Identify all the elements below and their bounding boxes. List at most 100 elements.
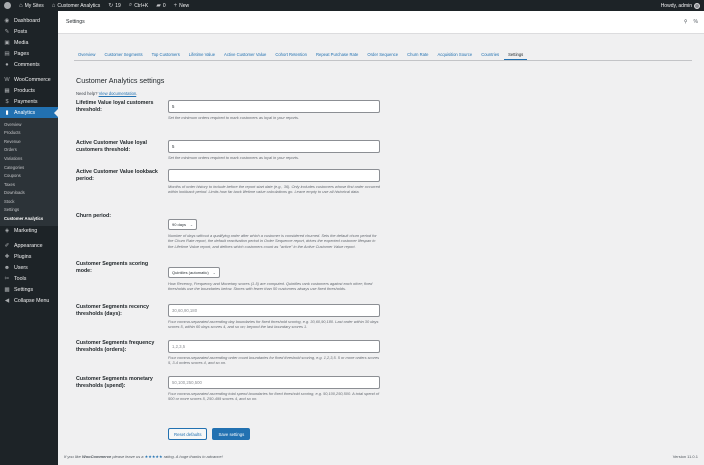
setting-input[interactable]: 5 (168, 100, 380, 113)
setting-label: Churn period: (76, 213, 112, 219)
page-header: Settings ⚲ % (58, 11, 704, 34)
wp-logo-menu[interactable] (0, 0, 15, 11)
setting-description: Set the minimum orders required to mark … (168, 115, 300, 120)
sidebar-item-label: Settings (14, 287, 34, 294)
submenu-item-categories[interactable]: Categories (0, 163, 58, 172)
tab-churn-rate[interactable]: Churn Rate (403, 49, 432, 60)
collapse-icon: ◀ (4, 298, 10, 305)
my-sites-menu[interactable]: ⌂ My Sites (15, 0, 48, 11)
sidebar-item-label: Products (14, 87, 35, 94)
tab-acquisition-source[interactable]: Acquisition Source (434, 49, 477, 60)
setting-label: Customer Segments scoring mode: (76, 261, 149, 274)
setting-description: Four comma-separated ascending order cou… (168, 355, 380, 366)
sidebar-item-payments[interactable]: $ Payments (0, 96, 58, 107)
submenu-item-settings[interactable]: Settings (0, 205, 58, 214)
sidebar-item-label: Collapse Menu (14, 298, 50, 305)
setting-input[interactable]: 5 (168, 140, 380, 153)
sidebar-item-media[interactable]: ▣ Media (0, 37, 58, 48)
analytics-submenu: Overview Products Revenue Orders Variations C… (0, 118, 58, 226)
rating-stars-link[interactable]: ★★★★★ (145, 454, 163, 459)
submenu-item-products[interactable]: Products (0, 129, 58, 138)
payments-icon: $ (5, 98, 9, 105)
setting-label: Customer Segments monetary thresholds (s… (76, 376, 153, 389)
submenu-item-coupons[interactable]: Coupons (0, 171, 58, 180)
sidebar-item-label: Appearance (14, 243, 43, 250)
tab-customer-segments[interactable]: Customer Segments (100, 49, 146, 60)
select-value: 90 days (172, 222, 187, 227)
setting-label: Active Customer Value loyal customers th… (76, 140, 147, 153)
sidebar-item-appearance[interactable]: ✐ Appearance (0, 241, 58, 252)
my-sites-label: My Sites (24, 2, 44, 9)
sidebar-item-label: Plugins (14, 254, 32, 261)
users-icon: ☻ (4, 265, 10, 272)
reset-defaults-button[interactable]: Reset defaults (168, 428, 208, 440)
setting-field: 5 Set the minimum orders required to mark… (168, 140, 380, 160)
sidebar-item-label: Marketing (14, 228, 38, 235)
admin-sidebar: ◉ Dashboard ✎ Posts ▣ Media ▤ Pages ● Comments W Wo… (0, 11, 58, 465)
sidebar-item-tools[interactable]: ✂ Tools (0, 274, 58, 285)
tab-settings[interactable]: Settings (504, 49, 528, 60)
sidebar-item-dashboard[interactable]: ◉ Dashboard (0, 15, 58, 26)
sidebar-item-posts[interactable]: ✎ Posts (0, 26, 58, 37)
tab-lifetime-value[interactable]: Lifetime Value (185, 49, 219, 60)
setting-select[interactable]: 90 days ⌄ (168, 219, 198, 230)
setting-label: Customer Segments frequency thresholds (… (76, 340, 155, 353)
documentation-link[interactable]: View documentation (99, 91, 137, 96)
account-menu[interactable]: Howdy, admin (657, 0, 704, 11)
site-name-menu[interactable]: ⌂ Customer Analytics (48, 0, 104, 11)
sidebar-item-comments[interactable]: ● Comments (0, 59, 58, 70)
setting-input[interactable]: 30,60,90,180 (168, 304, 380, 317)
settings-actions: Reset defaults Save settings (168, 428, 251, 440)
avatar (694, 2, 700, 9)
updates-menu[interactable]: ↻ 19 (104, 0, 125, 11)
sidebar-item-label: Dashboard (14, 17, 40, 24)
admin-bar: ⌂ My Sites ⌂ Customer Analytics ↻ 19 ⌕ Ctrl+… (0, 0, 704, 11)
new-label: New (179, 2, 190, 9)
sidebar-item-marketing[interactable]: ◈ Marketing (0, 226, 58, 237)
tab-cohort-retention[interactable]: Cohort Retention (271, 49, 311, 60)
help-icon[interactable]: % (694, 19, 698, 25)
sidebar-item-label: Pages (14, 50, 30, 57)
submenu-item-customer-analytics[interactable]: Customer Analytics (0, 214, 58, 223)
new-content-menu[interactable]: + New (170, 0, 194, 11)
tab-order-sequence[interactable]: Order Sequence (363, 49, 402, 60)
comments-menu[interactable]: ▰ 0 (152, 0, 169, 11)
sidebar-item-label: Analytics (14, 109, 36, 116)
setting-description: Set the minimum orders required to mark … (168, 155, 300, 160)
sidebar-item-collapse-menu[interactable]: ◀ Collapse Menu (0, 296, 58, 307)
pin-icon: ✎ (4, 28, 10, 35)
submenu-item-overview[interactable]: Overview (0, 120, 58, 129)
setting-description: Four comma-separated ascending total spe… (168, 391, 380, 402)
tab-repeat-purchase-rate[interactable]: Repeat Purchase Rate (312, 49, 362, 60)
sidebar-item-plugins[interactable]: ✚ Plugins (0, 252, 58, 263)
setting-input[interactable] (168, 169, 380, 182)
setting-input[interactable]: 50,100,250,500 (168, 376, 380, 389)
sidebar-item-label: Posts (14, 28, 28, 35)
updates-count: 19 (115, 2, 121, 9)
submenu-item-taxes[interactable]: Taxes (0, 180, 58, 189)
submenu-item-downloads[interactable]: Downloads (0, 188, 58, 197)
sidebar-item-products[interactable]: ▦ Products (0, 85, 58, 96)
submenu-item-stock[interactable]: Stock (0, 197, 58, 206)
appearance-icon: ✐ (4, 243, 10, 250)
submenu-item-orders[interactable]: Orders (0, 146, 58, 155)
submenu-item-revenue[interactable]: Revenue (0, 137, 58, 146)
sidebar-item-pages[interactable]: ▤ Pages (0, 48, 58, 59)
sidebar-item-label: WooCommerce (14, 76, 51, 83)
setting-select[interactable]: Quintiles (automatic) ⌄ (168, 267, 220, 278)
tab-active-customer-value[interactable]: Active Customer Value (220, 49, 270, 60)
home-icon: ⌂ (51, 2, 56, 9)
sidebar-item-label: Media (14, 39, 29, 46)
save-settings-button[interactable]: Save settings (212, 428, 251, 440)
sidebar-item-users[interactable]: ☻ Users (0, 263, 58, 274)
tab-countries[interactable]: Countries (477, 49, 503, 60)
sidebar-item-woocommerce[interactable]: W WooCommerce (0, 74, 58, 85)
sidebar-item-analytics[interactable]: ▮ Analytics (0, 107, 58, 118)
tab-top-customers[interactable]: Top Customers (148, 49, 184, 60)
command-palette-button[interactable]: ⌕ Ctrl+K (125, 0, 152, 11)
setting-input[interactable]: 1,2,3,5 (168, 340, 380, 353)
sidebar-item-settings[interactable]: ▩ Settings (0, 285, 58, 296)
submenu-item-variations[interactable]: Variations (0, 154, 58, 163)
tab-overview[interactable]: Overview (74, 49, 99, 60)
activity-icon[interactable]: ⚲ (684, 19, 688, 25)
